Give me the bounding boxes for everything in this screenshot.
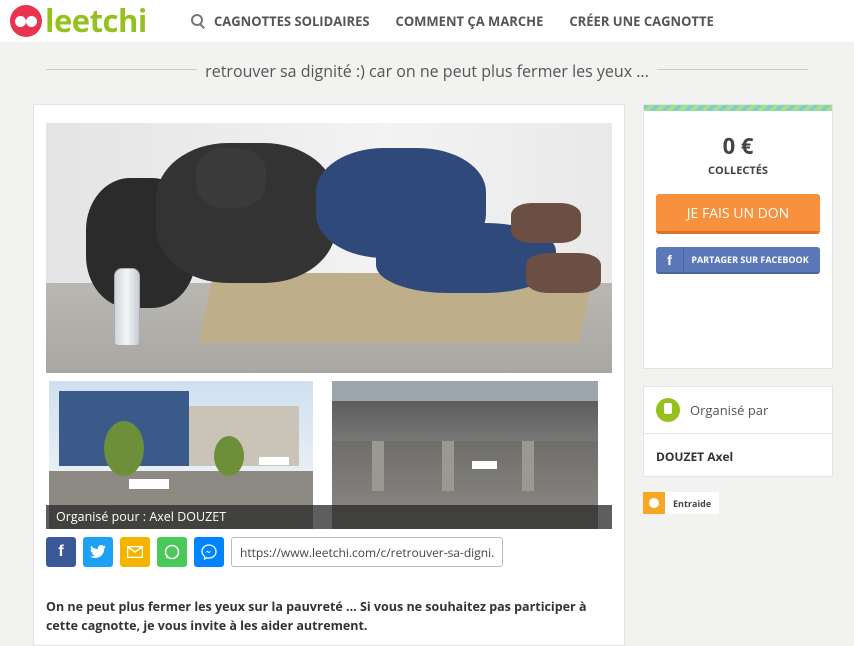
- water-bottle: [114, 268, 140, 346]
- facebook-icon: f: [656, 247, 684, 272]
- search-icon[interactable]: [190, 13, 206, 29]
- organizer-name[interactable]: DOUZET Axel: [644, 434, 832, 465]
- leetchi-logo[interactable]: leetchi: [10, 4, 147, 38]
- campaign-description: On ne peut plus fermer les yeux sur la p…: [46, 598, 587, 634]
- whatsapp-icon[interactable]: [157, 537, 187, 567]
- page-title-text: retrouver sa dignité :) car on ne peut p…: [197, 60, 657, 82]
- site-header: leetchi CAGNOTTES SOLIDAIRES COMMENT ÇA …: [0, 0, 854, 42]
- category-tag-label: Entraide: [673, 496, 712, 510]
- collected-label: COLLECTÉS: [708, 163, 768, 178]
- organizer-heading: Organisé par: [690, 401, 769, 419]
- campaign-url-field[interactable]: [231, 537, 503, 567]
- title-band: retrouver sa dignité :) car on ne peut p…: [0, 42, 854, 98]
- facebook-icon[interactable]: f: [46, 537, 76, 567]
- page-title: retrouver sa dignité :) car on ne peut p…: [0, 60, 854, 82]
- amount-collected: 0 €: [722, 131, 754, 161]
- email-icon[interactable]: [120, 537, 150, 567]
- messenger-icon[interactable]: [194, 537, 224, 567]
- organized-for-caption: Organisé pour : Axel DOUZET: [46, 505, 612, 529]
- nav-cagnottes-solidaires[interactable]: CAGNOTTES SOLIDAIRES: [214, 12, 370, 30]
- logo-text: leetchi: [45, 0, 147, 42]
- share-row: f: [46, 537, 503, 567]
- nav-creer-une-cagnotte[interactable]: CRÉER UNE CAGNOTTE: [569, 12, 713, 30]
- campaign-card: Organisé pour : Axel DOUZET f On ne peut…: [33, 104, 625, 646]
- donate-button[interactable]: JE FAIS UN DON: [656, 194, 820, 234]
- twitter-icon[interactable]: [83, 537, 113, 567]
- organizer-header: Organisé par: [644, 387, 832, 434]
- nav-comment-ca-marche[interactable]: COMMENT ÇA MARCHE: [396, 12, 544, 30]
- logo-icon: [10, 5, 42, 37]
- main-photo[interactable]: [46, 123, 612, 373]
- share-facebook-label: PARTAGER SUR FACEBOOK: [691, 253, 809, 266]
- donation-card: 0 € COLLECTÉS JE FAIS UN DON f PARTAGER …: [643, 104, 833, 369]
- share-facebook-button[interactable]: f PARTAGER SUR FACEBOOK: [656, 247, 820, 274]
- entraide-icon: [643, 492, 665, 514]
- category-tag[interactable]: Entraide: [643, 492, 720, 514]
- organizer-card: Organisé par DOUZET Axel: [643, 386, 833, 477]
- main-nav: CAGNOTTES SOLIDAIRES COMMENT ÇA MARCHE C…: [190, 0, 740, 42]
- decorative-stripe: [644, 105, 832, 111]
- organizer-badge-icon: [656, 398, 680, 422]
